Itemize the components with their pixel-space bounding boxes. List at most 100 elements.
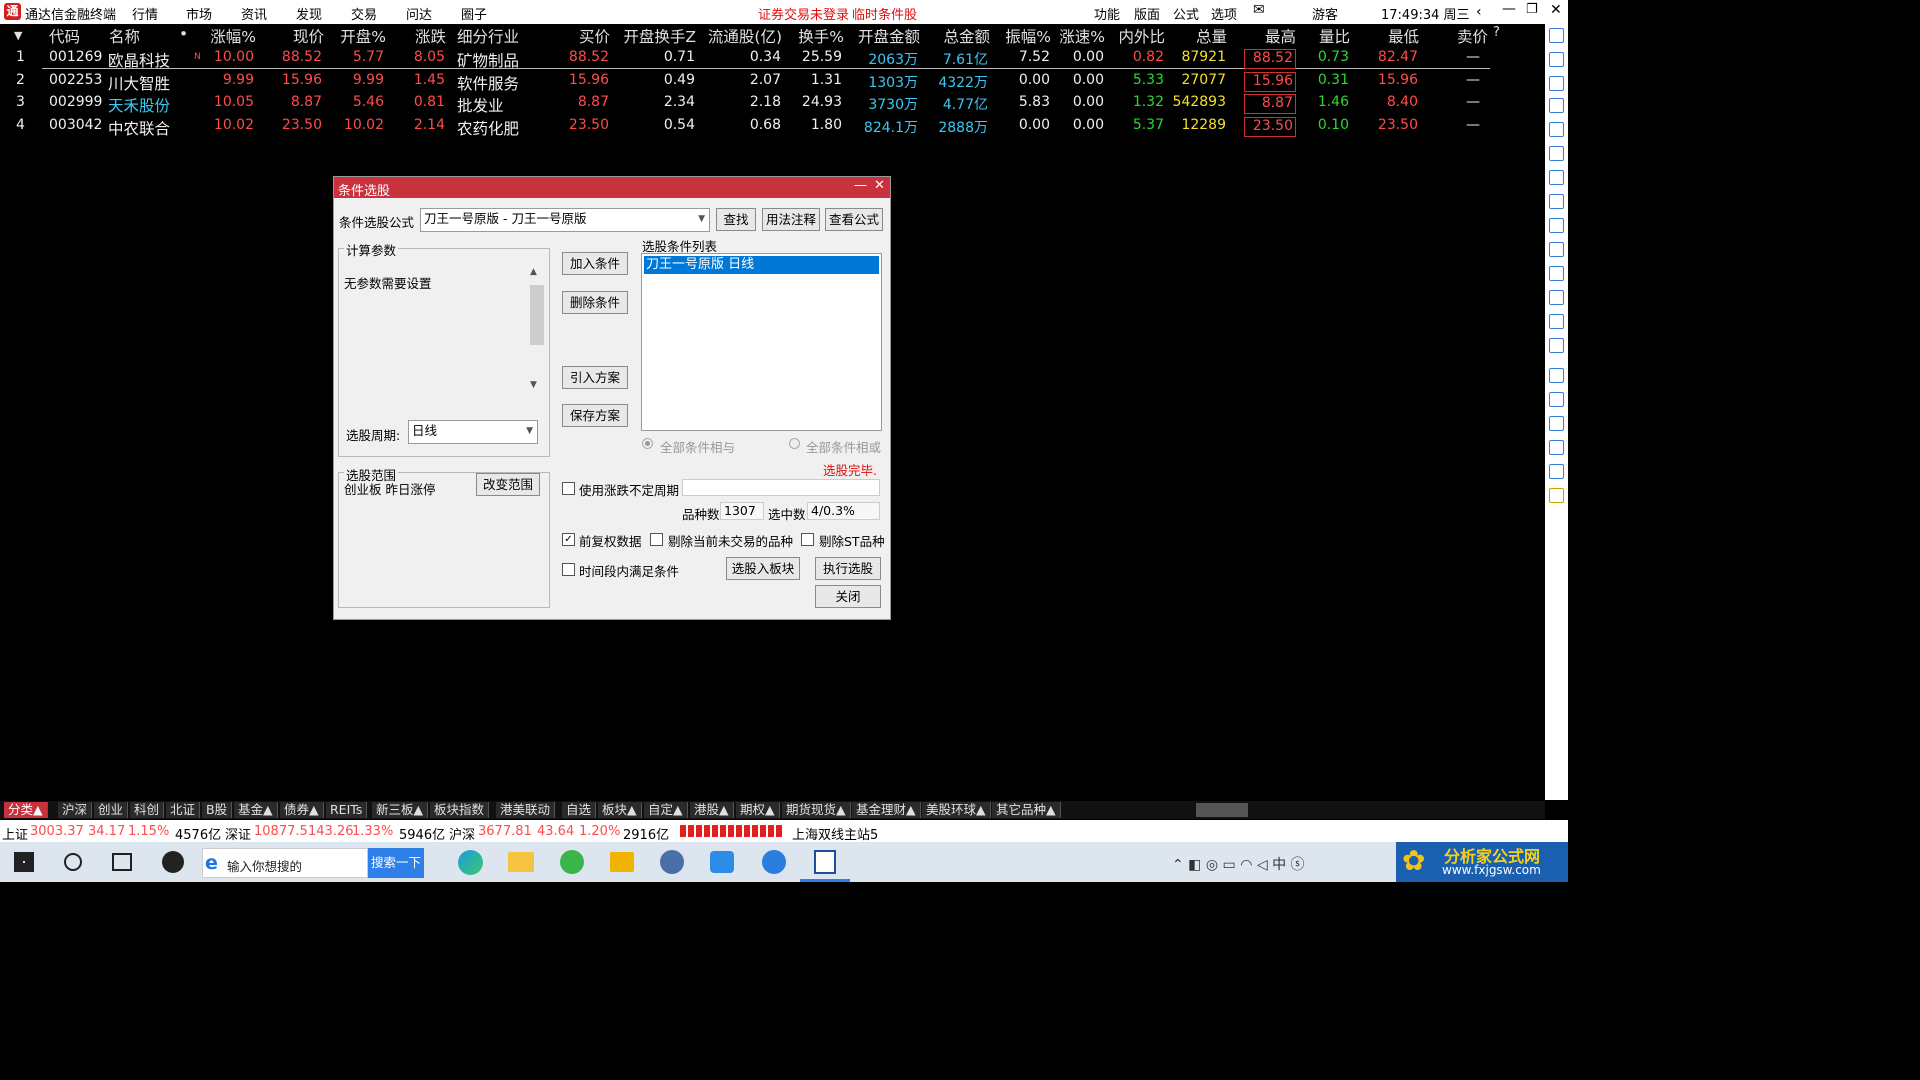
radio-or[interactable] [789,438,800,449]
cell-total-amt[interactable]: 4322万 [924,72,988,94]
cell-float[interactable]: 0.34 [700,49,781,71]
col-amplitude[interactable]: 振幅% [996,25,1051,47]
scroll-down-icon[interactable]: ▼ [530,380,537,390]
tab-category-3[interactable]: 科创 [130,802,165,818]
tools-icon[interactable] [1549,464,1564,479]
cell-vol-ratio[interactable]: 0.10 [1298,117,1349,139]
row-index[interactable]: 4 [16,117,28,139]
cell-chg-pct[interactable]: 10.05 [196,94,254,116]
cell-total-amt[interactable]: 7.61亿 [924,49,988,71]
settings-gear-icon[interactable] [1549,488,1564,503]
table-icon[interactable] [1549,122,1564,137]
tab-category-5[interactable]: B股 [202,802,233,818]
sort-chevron-down-icon[interactable]: ▼ [14,29,22,51]
menu-ask[interactable]: 问达 [406,4,432,23]
cell-turnover[interactable]: 24.93 [785,94,842,116]
tab-category-4[interactable]: 北证 [166,802,201,818]
cell-bid[interactable]: 15.96 [552,72,609,94]
cell-volume[interactable]: 27077 [1170,72,1226,94]
cell-open-amt[interactable]: 1303万 [846,72,918,94]
col-open-amt[interactable]: 开盘金额 [846,25,920,47]
explorer-icon[interactable] [610,852,634,872]
hs-label[interactable]: 沪深 [449,824,475,843]
fx-icon[interactable] [1549,314,1564,329]
close-icon[interactable]: ✕ [1550,2,1562,18]
cell-industry[interactable]: 农药化肥 [457,117,537,139]
menu-layout[interactable]: 版面 [1134,4,1160,23]
cell-change[interactable]: 1.45 [390,72,445,94]
player-icon[interactable] [660,850,684,874]
row-index[interactable]: 1 [16,49,28,71]
cell-bid[interactable]: 88.52 [552,49,609,71]
tab-category-19[interactable]: 美股环球▲ [922,802,991,818]
tab-category-18[interactable]: 基金理财▲ [852,802,921,818]
tab-category-8[interactable]: REITs [326,802,368,818]
menu-circle[interactable]: 圈子 [461,4,487,23]
notrade-checkbox[interactable] [650,533,663,546]
menu-discover[interactable]: 发现 [296,4,322,23]
tab-category-10[interactable]: 板块指数 [430,802,490,818]
cell-speed[interactable]: 0.00 [1052,72,1104,94]
cell-io-ratio[interactable]: 0.82 [1108,49,1164,71]
col-open-turn[interactable]: 开盘换手Z [612,25,696,47]
find-button[interactable]: 查找 [716,208,756,231]
cell-io-ratio[interactable]: 5.37 [1108,117,1164,139]
help-icon[interactable]: ? [1493,25,1500,47]
cell-vol-ratio[interactable]: 1.46 [1298,94,1349,116]
tab-category-15[interactable]: 港股▲ [690,802,734,818]
col-ask[interactable]: 卖价 [1430,25,1488,47]
cell-open-pct[interactable]: 5.46 [326,94,384,116]
st-checkbox[interactable] [801,533,814,546]
cell-high[interactable]: 23.50 [1244,116,1296,137]
cell-speed[interactable]: 0.00 [1052,94,1104,116]
search-box[interactable]: e 输入你想搜的 [202,848,368,878]
temp-condition-notice[interactable]: 临时条件股 [852,4,917,23]
cell-price[interactable]: 15.96 [264,72,322,94]
cell-float[interactable]: 2.07 [700,72,781,94]
tab-category-12[interactable]: 自选 [562,802,597,818]
col-dot[interactable]: • [179,25,188,47]
cell-price[interactable]: 8.87 [264,94,322,116]
dialog-titlebar[interactable]: 条件选股 — ✕ [334,177,890,199]
cell-industry[interactable]: 矿物制品 [457,49,537,71]
col-change[interactable]: 涨跌 [390,25,446,47]
cell-name[interactable]: 欧晶科技 [108,49,180,71]
back-icon[interactable]: ‹ [1476,4,1482,20]
tab-category-9[interactable]: 新三板▲ [372,802,429,818]
cell-speed[interactable]: 0.00 [1052,117,1104,139]
folder-icon[interactable] [508,852,534,872]
params-scrollbar[interactable]: ▲ ▼ [530,267,544,395]
cell-open-turn[interactable]: 2.34 [612,94,695,116]
feather-app-icon[interactable] [762,850,786,874]
condition-list-item[interactable]: 刀王一号原版 日线 [644,256,879,274]
cell-amplitude[interactable]: 5.83 [996,94,1050,116]
cell-low[interactable]: 15.96 [1362,72,1418,94]
tab-category-16[interactable]: 期权▲ [736,802,780,818]
sort-icon[interactable] [1549,392,1564,407]
cell-open-amt[interactable]: 824.1万 [846,117,918,139]
cell-ask[interactable]: — [1430,117,1480,139]
cell-open-amt[interactable]: 3730万 [846,94,918,116]
col-name[interactable]: 名称 [109,25,140,47]
cortana-icon[interactable] [64,853,82,871]
cell-price[interactable]: 88.52 [264,49,322,71]
cell-vol-ratio[interactable]: 0.73 [1298,49,1349,71]
cell-amplitude[interactable]: 0.00 [996,117,1050,139]
nav-left-icon[interactable] [1549,28,1564,43]
col-speed[interactable]: 涨速% [1052,25,1105,47]
quote-icon[interactable] [1549,98,1564,113]
cell-code[interactable]: 003042 [49,117,103,139]
col-vol-ratio[interactable]: 量比 [1298,25,1350,47]
cell-turnover[interactable]: 1.80 [785,117,842,139]
to-block-button[interactable]: 选股入板块 [726,557,800,580]
fz-icon[interactable] [1549,290,1564,305]
run-screen-button[interactable]: 执行选股 [815,557,881,580]
f10-icon[interactable] [1549,218,1564,233]
export-icon[interactable] [1549,440,1564,455]
formula-select[interactable]: 刀王一号原版 - 刀王一号原版 ▼ [420,208,710,232]
cell-open-turn[interactable]: 0.71 [612,49,695,71]
sz-label[interactable]: 深证 [225,824,251,843]
menu-news[interactable]: 资讯 [241,4,267,23]
tab-category-1[interactable]: 沪深 [58,802,93,818]
dialog-minimize-icon[interactable]: — [854,178,867,193]
